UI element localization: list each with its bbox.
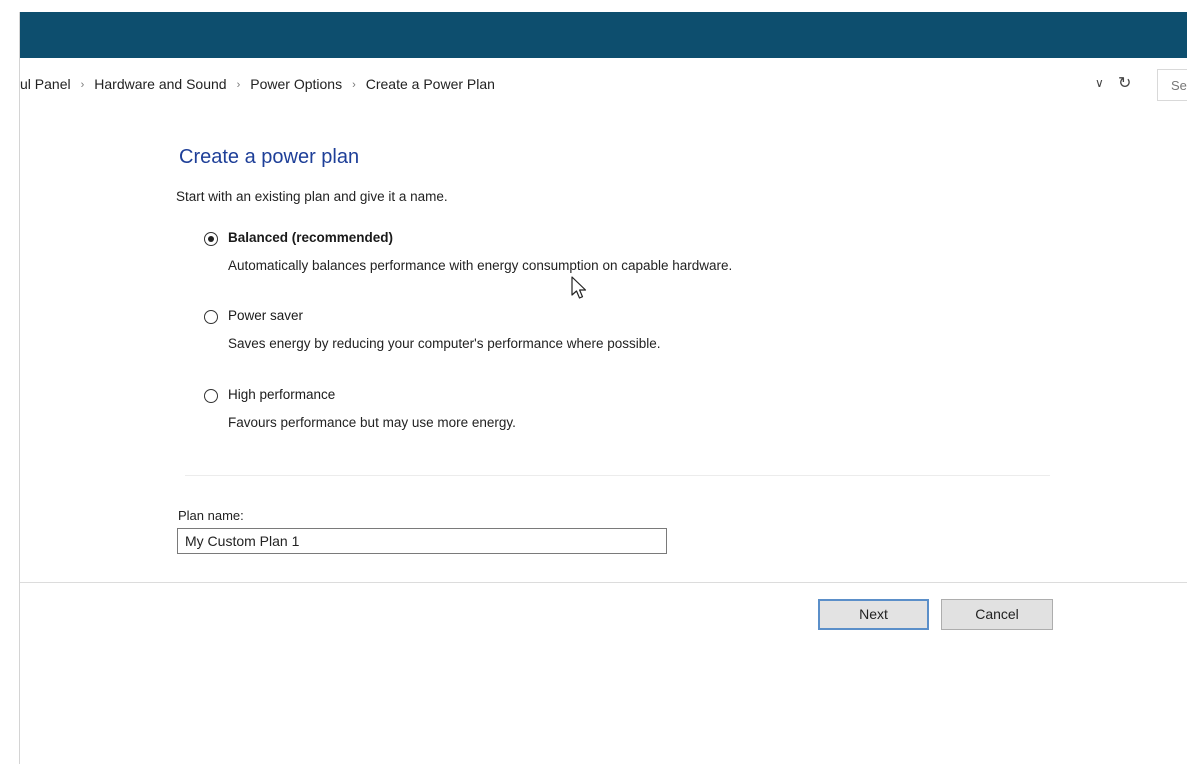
plan-option-label[interactable]: High performance bbox=[228, 387, 335, 402]
main-content: Create a power plan Start with an existi… bbox=[20, 104, 1187, 764]
radio-button-power-saver[interactable] bbox=[204, 310, 218, 324]
next-button[interactable]: Next bbox=[818, 599, 929, 630]
title-bar bbox=[20, 12, 1187, 58]
breadcrumb-create-a-power-plan[interactable]: Create a Power Plan bbox=[366, 76, 495, 92]
plan-option-label[interactable]: Power saver bbox=[228, 308, 303, 323]
chevron-down-icon[interactable]: ∨ bbox=[1095, 76, 1104, 90]
breadcrumb-separator-icon[interactable]: › bbox=[237, 79, 241, 91]
plan-option-description: Automatically balances performance with … bbox=[228, 258, 733, 273]
plan-option-description: Saves energy by reducing your computer's… bbox=[228, 336, 661, 351]
page-title: Create a power plan bbox=[179, 146, 360, 168]
section-divider bbox=[185, 475, 1050, 476]
breadcrumb-control-panel[interactable]: ul Panel bbox=[20, 76, 71, 92]
search-placeholder: Se bbox=[1171, 78, 1187, 93]
refresh-icon[interactable]: ↻ bbox=[1118, 73, 1131, 93]
breadcrumb-hardware-and-sound[interactable]: Hardware and Sound bbox=[94, 76, 226, 92]
breadcrumb-power-options[interactable]: Power Options bbox=[250, 76, 342, 92]
breadcrumb: ul Panel › Hardware and Sound › Power Option… bbox=[20, 76, 495, 92]
plan-name-label: Plan name: bbox=[178, 508, 244, 523]
plan-name-value[interactable]: My Custom Plan 1 bbox=[185, 533, 299, 549]
plan-option-label[interactable]: Balanced (recommended) bbox=[228, 230, 393, 245]
plan-name-field[interactable]: My Custom Plan 1 bbox=[177, 528, 667, 554]
cancel-button[interactable]: Cancel bbox=[941, 599, 1053, 630]
page-subtitle: Start with an existing plan and give it … bbox=[176, 189, 448, 204]
search-input[interactable]: Se bbox=[1157, 69, 1187, 101]
window-left-edge bbox=[0, 0, 20, 764]
breadcrumb-separator-icon[interactable]: › bbox=[352, 79, 356, 91]
mouse-pointer-icon bbox=[571, 276, 587, 299]
plan-option-description: Favours performance but may use more ene… bbox=[228, 415, 516, 430]
footer-divider bbox=[20, 582, 1187, 583]
top-strip bbox=[19, 0, 1187, 12]
radio-button-high-performance[interactable] bbox=[204, 389, 218, 403]
radio-button-balanced[interactable] bbox=[204, 232, 218, 246]
breadcrumb-separator-icon[interactable]: › bbox=[81, 79, 85, 91]
address-bar: ul Panel › Hardware and Sound › Power Option… bbox=[20, 66, 1187, 105]
